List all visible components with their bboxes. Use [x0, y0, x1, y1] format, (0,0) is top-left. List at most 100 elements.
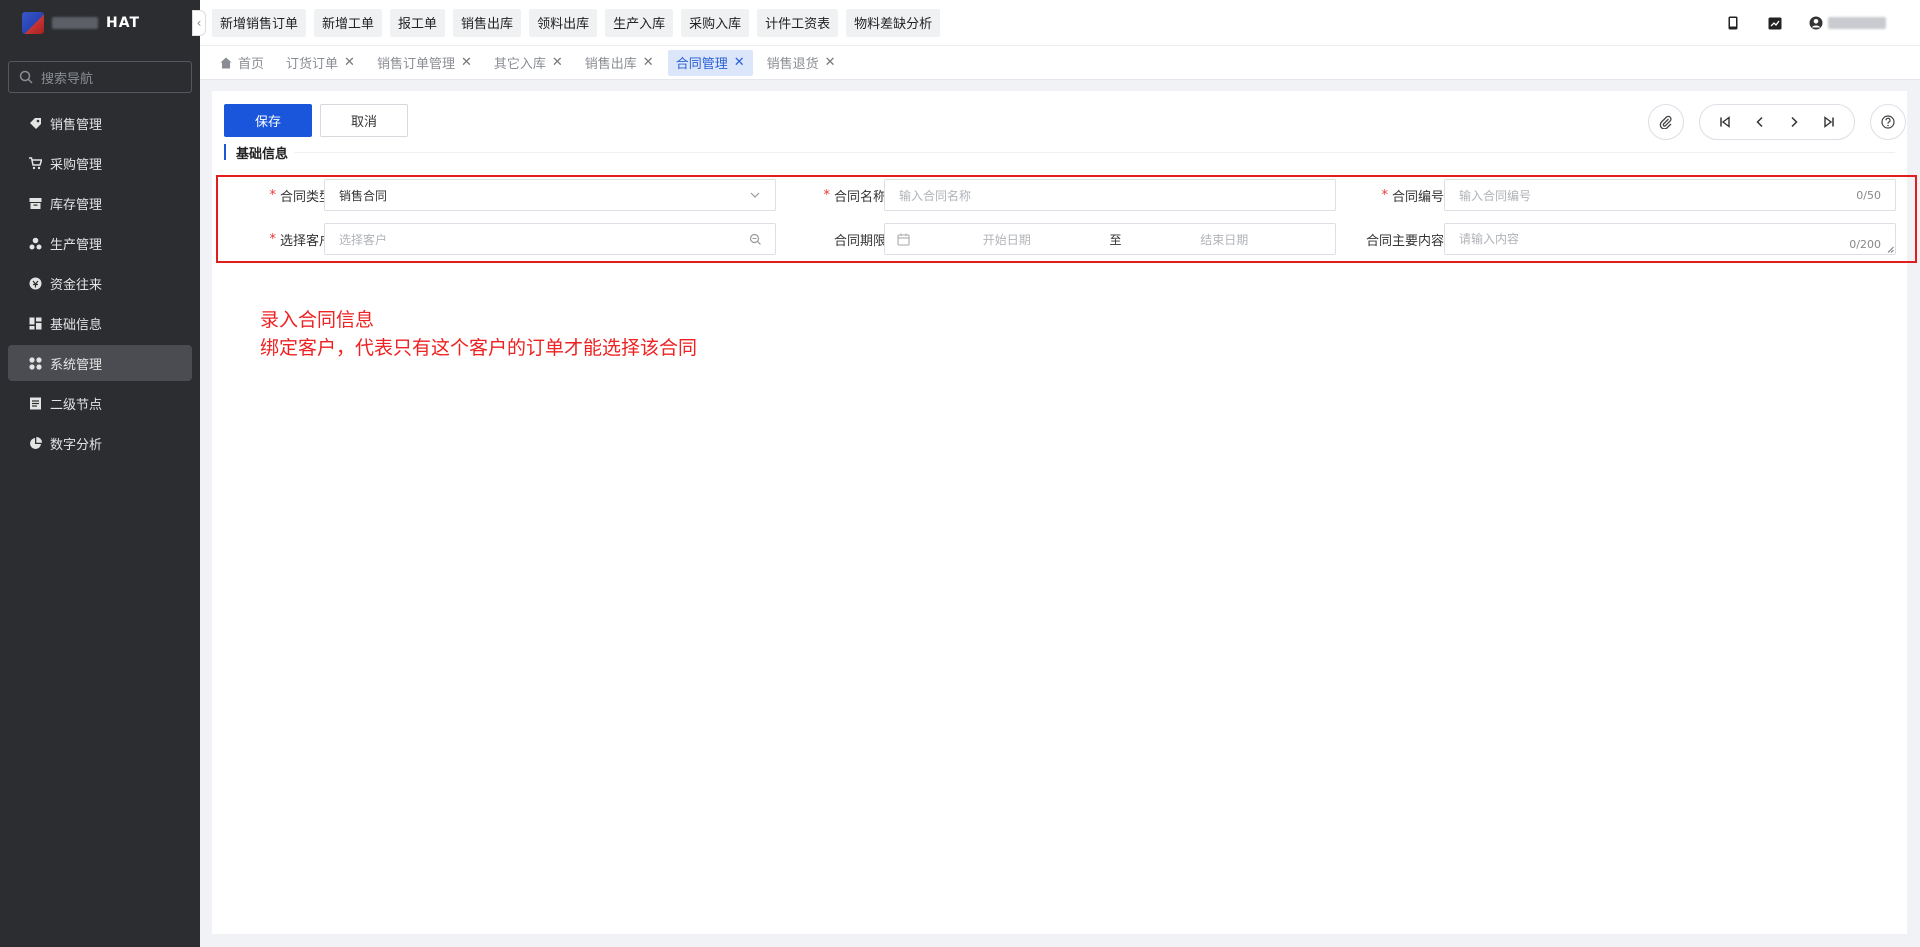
info-icon	[28, 316, 42, 330]
close-icon[interactable]: ✕	[825, 55, 836, 70]
sidebar-item-production[interactable]: 生产管理	[8, 225, 192, 261]
sidebar-item-funds[interactable]: 资金往来	[8, 265, 192, 301]
sidebar-item-secondary-node[interactable]: 二级节点	[8, 385, 192, 421]
sidebar-item-label: 采购管理	[50, 157, 103, 173]
close-icon[interactable]: ✕	[344, 55, 355, 70]
sidebar-item-label: 系统管理	[50, 357, 103, 373]
contract-type-label: * 合同类型	[232, 179, 332, 211]
attachment-button[interactable]	[1648, 104, 1684, 140]
contract-content-textarea[interactable]: 请输入内容 0/200	[1444, 223, 1896, 255]
pie-icon	[28, 436, 42, 450]
annotation-line-2: 绑定客户，代表只有这个客户的订单才能选择该合同	[260, 337, 698, 359]
search-icon[interactable]	[749, 233, 761, 245]
first-record-icon[interactable]	[1708, 116, 1743, 128]
tab-orders[interactable]: 订货订单 ✕	[278, 50, 363, 76]
contract-period-range[interactable]: 开始日期 至 结束日期	[884, 223, 1336, 255]
tab-label: 销售订单管理	[376, 57, 455, 72]
contract-content-char-count: 0/200	[1849, 238, 1881, 251]
contract-name-label-text: 合同名称	[833, 189, 886, 205]
sidebar: HAT 搜索导航 销售管理 采购管理 库存管理 生产管理 资金往来 基础信息 系…	[0, 0, 200, 947]
quick-work-report-button[interactable]: 报工单	[390, 8, 446, 37]
contract-name-input[interactable]: 输入合同名称	[884, 179, 1336, 211]
resize-handle-icon[interactable]	[1887, 246, 1894, 253]
sidebar-item-inventory[interactable]: 库存管理	[8, 185, 192, 221]
contract-no-placeholder: 输入合同编号	[1459, 188, 1532, 203]
sidebar-item-sales[interactable]: 销售管理	[8, 105, 192, 141]
production-icon	[28, 236, 42, 250]
end-date-placeholder[interactable]: 结束日期	[1128, 231, 1322, 248]
tab-home[interactable]: 首页	[212, 50, 272, 76]
tab-contract-management[interactable]: 合同管理 ✕	[667, 49, 753, 76]
tab-label: 销售退货	[766, 57, 819, 72]
required-mark: *	[269, 187, 276, 203]
sidebar-item-label: 数字分析	[50, 437, 103, 453]
save-button[interactable]: 保存	[224, 104, 312, 137]
search-icon	[19, 70, 33, 84]
contract-no-label-text: 合同编号	[1391, 189, 1444, 205]
tab-sales-outbound[interactable]: 销售出库 ✕	[577, 50, 662, 76]
tab-sales-return[interactable]: 销售退货 ✕	[759, 50, 844, 76]
quick-new-work-order-button[interactable]: 新增工单	[314, 8, 383, 37]
logo-text: HAT	[106, 15, 141, 31]
contract-no-char-count: 0/50	[1856, 188, 1881, 202]
cancel-button[interactable]: 取消	[320, 104, 408, 137]
quick-purchase-inbound-button[interactable]: 采购入库	[681, 8, 750, 37]
quick-material-shortage-button[interactable]: 物料差缺分析	[846, 8, 941, 37]
annotation-line-1: 录入合同信息	[260, 309, 375, 331]
user-menu[interactable]	[1809, 16, 1886, 30]
tab-label: 其它入库	[493, 57, 546, 72]
quick-new-sales-order-button[interactable]: 新增销售订单	[212, 8, 307, 37]
user-avatar-icon	[1809, 16, 1823, 30]
chevron-left-icon: ‹	[196, 16, 202, 30]
logo-blurred-name	[52, 17, 98, 29]
sidebar-item-label: 生产管理	[50, 237, 103, 253]
tab-other-inbound[interactable]: 其它入库 ✕	[486, 50, 571, 76]
calendar-icon	[897, 233, 910, 246]
prev-record-icon[interactable]	[1743, 116, 1778, 128]
start-date-placeholder[interactable]: 开始日期	[910, 231, 1104, 248]
close-icon[interactable]: ✕	[643, 55, 654, 70]
last-record-icon[interactable]	[1812, 116, 1847, 128]
top-right-actions	[1725, 0, 1886, 46]
paperclip-icon	[1659, 115, 1672, 129]
sidebar-item-label: 二级节点	[50, 397, 103, 413]
money-icon	[28, 276, 42, 290]
contract-name-placeholder: 输入合同名称	[899, 188, 972, 203]
close-icon[interactable]: ✕	[734, 55, 745, 70]
nav-search-input[interactable]: 搜索导航	[8, 61, 192, 93]
screen-icon[interactable]	[1767, 15, 1783, 31]
tab-label: 销售出库	[584, 57, 637, 72]
quick-sales-outbound-button[interactable]: 销售出库	[453, 8, 522, 37]
quick-material-outbound-button[interactable]: 领料出库	[529, 8, 598, 37]
help-button[interactable]	[1870, 104, 1906, 140]
required-mark: *	[823, 187, 830, 203]
tab-label: 订货订单	[286, 57, 339, 72]
quick-piecework-wage-button[interactable]: 计件工资表	[757, 8, 839, 37]
close-icon[interactable]: ✕	[552, 55, 563, 70]
tab-sales-order-management[interactable]: 销售订单管理 ✕	[369, 50, 480, 76]
mobile-icon[interactable]	[1725, 15, 1741, 31]
range-separator: 至	[1109, 232, 1122, 247]
user-blurred-name	[1828, 17, 1886, 29]
sidebar-item-basic-info[interactable]: 基础信息	[8, 305, 192, 341]
sidebar-item-analytics[interactable]: 数字分析	[8, 425, 192, 461]
chevron-down-icon	[750, 192, 760, 198]
sidebar-collapse-button[interactable]: ‹	[192, 10, 206, 36]
sidebar-item-purchase[interactable]: 采购管理	[8, 145, 192, 181]
quick-production-inbound-button[interactable]: 生产入库	[605, 8, 674, 37]
next-record-icon[interactable]	[1777, 116, 1812, 128]
contract-no-input[interactable]: 输入合同编号 0/50	[1444, 179, 1896, 211]
customer-select-input[interactable]: 选择客户	[324, 223, 776, 255]
tab-label: 首页	[238, 57, 265, 72]
contract-type-select[interactable]: 销售合同	[324, 179, 776, 211]
close-icon[interactable]: ✕	[461, 55, 472, 70]
record-pager	[1699, 104, 1855, 140]
system-icon	[28, 356, 42, 370]
section-title: 基础信息	[224, 144, 295, 162]
sidebar-item-label: 基础信息	[50, 317, 103, 333]
sidebar-item-system[interactable]: 系统管理	[8, 345, 192, 381]
required-mark: *	[1381, 187, 1388, 203]
logo[interactable]: HAT	[0, 0, 200, 46]
sidebar-item-label: 资金往来	[50, 277, 103, 293]
contract-type-value: 销售合同	[339, 188, 388, 203]
